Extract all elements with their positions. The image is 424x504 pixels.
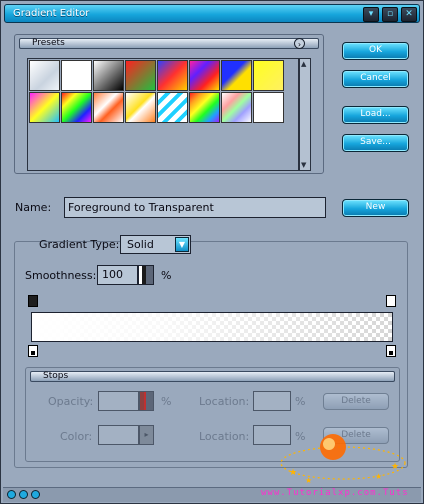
preset-swatch[interactable] [157, 92, 188, 123]
preset-swatch[interactable] [221, 60, 252, 91]
preset-swatch[interactable] [61, 60, 92, 91]
restore-icon[interactable]: ▫ [382, 7, 398, 22]
color-swatch-field[interactable] [98, 425, 139, 445]
bottom-bar: www.Tutorialxp.com.Tuts [3, 487, 421, 502]
window-title: Gradient Editor [13, 8, 90, 19]
ok-button[interactable]: OK [342, 42, 409, 60]
preset-swatch[interactable] [221, 92, 252, 123]
smoothness-input[interactable]: 100 [97, 265, 138, 285]
smoothness-value: 100 [102, 268, 123, 281]
preset-swatch[interactable] [189, 60, 220, 91]
color-stop-right-icon[interactable] [386, 345, 396, 357]
chevron-down-icon[interactable]: ▼ [175, 237, 189, 252]
color-stop-right-swatch [389, 351, 393, 355]
chevron-right-icon[interactable]: › [294, 38, 305, 49]
name-label: Name: [15, 201, 52, 214]
nav-next-icon[interactable] [31, 490, 40, 499]
load-button[interactable]: Load... [342, 106, 409, 124]
gradient-fill [32, 313, 392, 341]
color-label: Color: [60, 430, 93, 443]
scroll-down-icon[interactable]: ▼ [301, 161, 306, 169]
close-icon[interactable]: ✕ [401, 7, 417, 22]
presets-header: Presets [19, 38, 319, 49]
preset-swatch[interactable] [125, 60, 156, 91]
location-label-2: Location: [199, 430, 250, 443]
save-button[interactable]: Save... [342, 134, 409, 152]
presets-panel: Presets › ▲ ▼ [14, 34, 324, 174]
nav-first-icon[interactable] [7, 490, 16, 499]
location-unit-1: % [295, 395, 306, 408]
stops-title: Stops [43, 371, 69, 381]
preset-swatch[interactable] [189, 92, 220, 123]
opacity-unit: % [161, 395, 172, 408]
name-input[interactable]: Foreground to Transparent [64, 197, 326, 218]
gradient-type-select[interactable]: Solid ▼ [120, 235, 191, 254]
preset-swatch[interactable] [29, 60, 60, 91]
color-stop-left-swatch [31, 351, 35, 355]
svg-text:★: ★ [305, 476, 312, 485]
cancel-button[interactable]: Cancel [342, 70, 409, 88]
gradient-editor-window: Gradient Editor ▾ ▫ ✕ Presets › ▲ ▼ OK C… [0, 0, 424, 504]
presets-title: Presets [32, 38, 65, 48]
nav-prev-icon[interactable] [19, 490, 28, 499]
opacity-label: Opacity: [48, 395, 94, 408]
opacity-stop-right-icon[interactable] [386, 295, 396, 307]
gradient-type-value: Solid [127, 238, 154, 251]
stops-header: Stops [30, 371, 395, 382]
gradient-type-label: Gradient Type: [39, 238, 120, 251]
new-button[interactable]: New [342, 199, 409, 217]
svg-text:★: ★ [375, 472, 382, 481]
presets-scrollbar[interactable]: ▲ ▼ [299, 58, 311, 171]
location-label-1: Location: [199, 395, 250, 408]
preset-swatch[interactable] [253, 60, 284, 91]
preset-swatch[interactable] [125, 92, 156, 123]
scroll-up-icon[interactable]: ▲ [301, 60, 306, 68]
preset-swatch[interactable] [93, 92, 124, 123]
title-bar[interactable]: Gradient Editor ▾ ▫ ✕ [4, 4, 420, 23]
opacity-stop-left-icon[interactable] [28, 295, 38, 307]
preset-swatch[interactable] [253, 92, 284, 123]
location-input-1[interactable] [253, 391, 291, 411]
preset-swatch[interactable] [157, 60, 188, 91]
color-picker-arrow-icon[interactable]: ▸ [139, 425, 154, 445]
collapse-icon[interactable]: ▾ [363, 7, 379, 22]
gradient-preview-bar[interactable] [31, 312, 393, 342]
presets-swatch-area [27, 58, 299, 171]
opacity-slider-button[interactable] [139, 391, 154, 411]
name-input-value: Foreground to Transparent [68, 201, 214, 214]
smoothness-unit: % [161, 269, 172, 282]
preset-swatch[interactable] [93, 60, 124, 91]
svg-text:★: ★ [289, 468, 297, 478]
delete-opacity-stop-button[interactable]: Delete [323, 393, 389, 410]
smoothness-slider-button[interactable] [138, 265, 154, 285]
preset-swatch[interactable] [29, 92, 60, 123]
watermark-text: www.Tutorialxp.com.Tuts [261, 488, 409, 498]
smoothness-label: Smoothness: [25, 269, 97, 282]
color-stop-left-icon[interactable] [28, 345, 38, 357]
svg-text:★: ★ [391, 462, 399, 472]
preset-swatch[interactable] [61, 92, 92, 123]
opacity-input[interactable] [98, 391, 139, 411]
